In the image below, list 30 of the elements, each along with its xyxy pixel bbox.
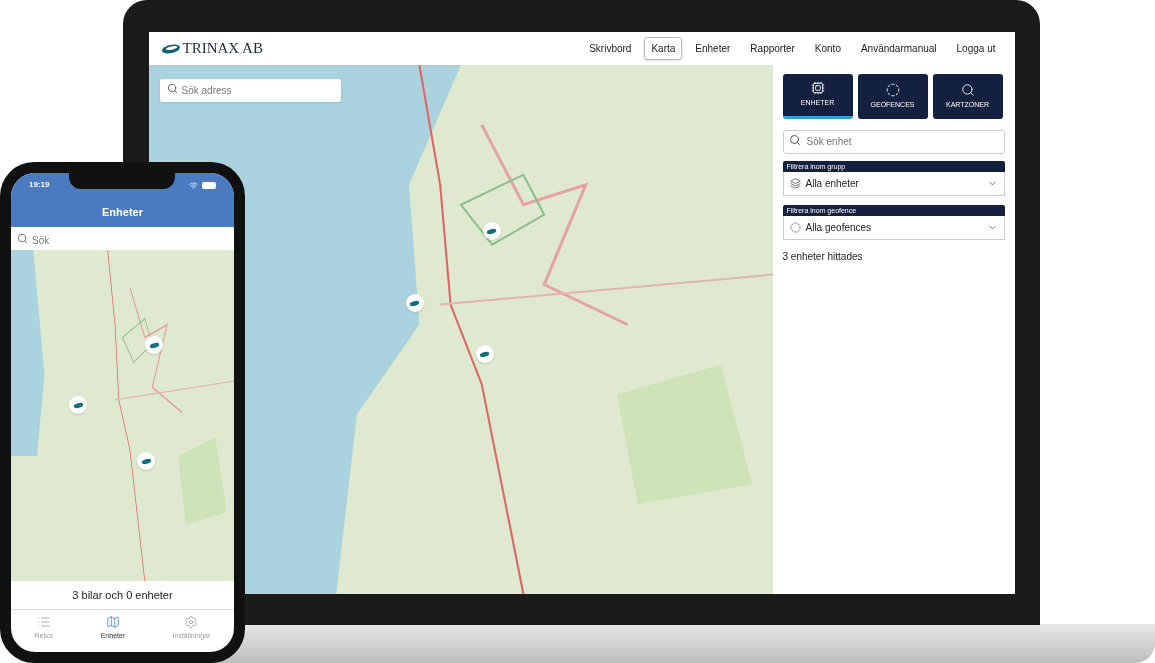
unit-search-field[interactable]: Sök enhet	[782, 129, 1005, 154]
settings-icon	[184, 615, 199, 629]
filter-dropdown[interactable]: Alla enheter	[782, 172, 1005, 196]
logo-text: TRINAX AB	[182, 39, 263, 59]
nav-link[interactable]: Logga ut	[949, 37, 1003, 60]
search-icon	[788, 134, 801, 146]
search-icon	[960, 82, 975, 97]
logo-icon	[160, 42, 181, 55]
filter-dropdown[interactable]: Alla geofences	[782, 216, 1005, 240]
status-time: 19:19	[29, 179, 50, 191]
dashed-circle-icon	[789, 222, 801, 233]
map-icon	[105, 615, 120, 629]
phone-title: Enheter	[101, 204, 144, 220]
chip-icon	[810, 81, 825, 96]
nav-link[interactable]: Konto	[807, 37, 848, 60]
nav-link[interactable]: Skrivbord	[582, 37, 639, 60]
dashed-circle-icon	[885, 82, 900, 97]
wifi-icon	[189, 180, 198, 190]
result-count: 3 enheter hittades	[782, 250, 864, 264]
nav-link[interactable]: Rapporter	[743, 37, 802, 60]
nav-link[interactable]: Användarmanual	[853, 37, 944, 60]
search-icon	[17, 233, 28, 244]
nav-link[interactable]: Karta	[644, 37, 683, 60]
phone-summary: 3 bilar och 0 enheter	[11, 581, 234, 610]
search-icon	[166, 83, 178, 94]
nav-link[interactable]: Enheter	[688, 37, 738, 60]
layers-icon	[789, 178, 801, 189]
address-search-field[interactable]: Sök adress	[159, 79, 341, 102]
list-icon	[37, 615, 51, 629]
battery-icon	[202, 181, 216, 189]
